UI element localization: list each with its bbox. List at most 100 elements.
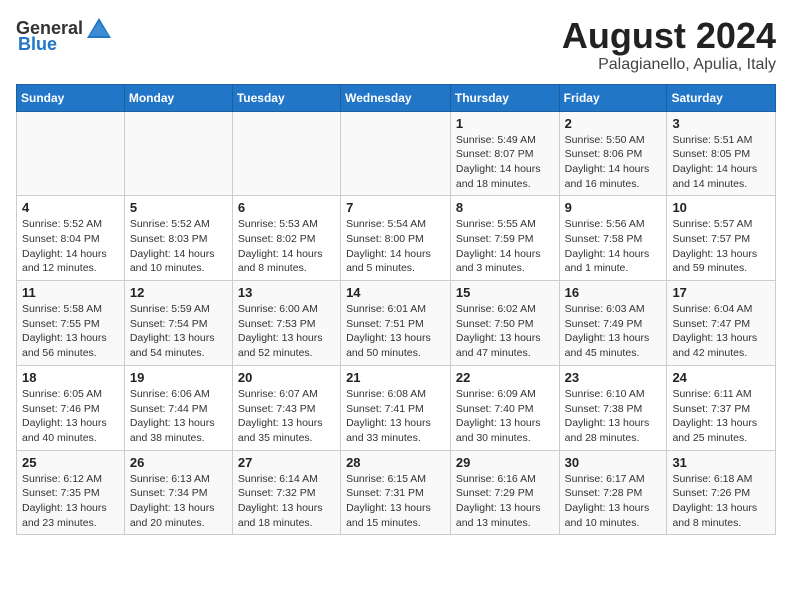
- page-header: General Blue August 2024 Palagianello, A…: [16, 16, 776, 74]
- day-number: 24: [672, 370, 770, 385]
- calendar-cell: [124, 111, 232, 196]
- day-info: Sunrise: 5:56 AM Sunset: 7:58 PM Dayligh…: [565, 217, 662, 276]
- calendar-cell: 28Sunrise: 6:15 AM Sunset: 7:31 PM Dayli…: [341, 450, 451, 535]
- logo-blue: Blue: [18, 34, 57, 55]
- calendar-cell: 5 Sunrise: 5:52 AM Sunset: 8:03 PM Daylig…: [124, 196, 232, 281]
- day-header-monday: Monday: [124, 84, 232, 111]
- calendar-cell: 11Sunrise: 5:58 AM Sunset: 7:55 PM Dayli…: [17, 281, 125, 366]
- title-block: August 2024 Palagianello, Apulia, Italy: [562, 16, 776, 74]
- day-number: 1: [456, 116, 554, 131]
- day-number: 19: [130, 370, 227, 385]
- calendar-cell: 24 Sunrise: 6:11 AM Sunset: 7:37 PM Dayli…: [667, 365, 776, 450]
- day-info: Sunrise: 5:49 AM Sunset: 8:07 PM Dayligh…: [456, 133, 554, 192]
- day-info: Sunrise: 6:00 AM Sunset: 7:53 PM Dayligh…: [238, 302, 335, 361]
- calendar-cell: 22 Sunrise: 6:09 AM Sunset: 7:40 PM Dayli…: [450, 365, 559, 450]
- day-info: Sunrise: 6:04 AM Sunset: 7:47 PM Dayligh…: [672, 302, 770, 361]
- day-info: Sunrise: 6:11 AM Sunset: 7:37 PM Dayligh…: [672, 387, 770, 446]
- day-info: Sunrise: 5:51 AM Sunset: 8:05 PM Dayligh…: [672, 133, 770, 192]
- calendar-week-row: 4Sunrise: 5:52 AM Sunset: 8:04 PM Daylig…: [17, 196, 776, 281]
- day-info: Sunrise: 6:06 AM Sunset: 7:44 PM Dayligh…: [130, 387, 227, 446]
- calendar-subtitle: Palagianello, Apulia, Italy: [562, 56, 776, 74]
- day-header-sunday: Sunday: [17, 84, 125, 111]
- day-number: 13: [238, 285, 335, 300]
- calendar-cell: 25Sunrise: 6:12 AM Sunset: 7:35 PM Dayli…: [17, 450, 125, 535]
- day-number: 27: [238, 455, 335, 470]
- day-info: Sunrise: 6:17 AM Sunset: 7:28 PM Dayligh…: [565, 472, 662, 531]
- day-info: Sunrise: 5:52 AM Sunset: 8:03 PM Dayligh…: [130, 217, 227, 276]
- calendar-week-row: 25Sunrise: 6:12 AM Sunset: 7:35 PM Dayli…: [17, 450, 776, 535]
- day-number: 29: [456, 455, 554, 470]
- day-info: Sunrise: 6:14 AM Sunset: 7:32 PM Dayligh…: [238, 472, 335, 531]
- day-number: 31: [672, 455, 770, 470]
- calendar-cell: [341, 111, 451, 196]
- calendar-table: SundayMondayTuesdayWednesdayThursdayFrid…: [16, 84, 776, 536]
- day-header-tuesday: Tuesday: [232, 84, 340, 111]
- calendar-week-row: 1 Sunrise: 5:49 AM Sunset: 8:07 PM Daylig…: [17, 111, 776, 196]
- day-header-saturday: Saturday: [667, 84, 776, 111]
- day-info: Sunrise: 5:54 AM Sunset: 8:00 PM Dayligh…: [346, 217, 445, 276]
- calendar-week-row: 11Sunrise: 5:58 AM Sunset: 7:55 PM Dayli…: [17, 281, 776, 366]
- day-info: Sunrise: 6:08 AM Sunset: 7:41 PM Dayligh…: [346, 387, 445, 446]
- day-number: 4: [22, 200, 119, 215]
- day-number: 7: [346, 200, 445, 215]
- day-info: Sunrise: 5:55 AM Sunset: 7:59 PM Dayligh…: [456, 217, 554, 276]
- calendar-cell: 4Sunrise: 5:52 AM Sunset: 8:04 PM Daylig…: [17, 196, 125, 281]
- day-info: Sunrise: 6:02 AM Sunset: 7:50 PM Dayligh…: [456, 302, 554, 361]
- day-number: 10: [672, 200, 770, 215]
- calendar-cell: [232, 111, 340, 196]
- calendar-cell: 10 Sunrise: 5:57 AM Sunset: 7:57 PM Dayli…: [667, 196, 776, 281]
- calendar-cell: [17, 111, 125, 196]
- calendar-cell: 29 Sunrise: 6:16 AM Sunset: 7:29 PM Dayli…: [450, 450, 559, 535]
- day-number: 17: [672, 285, 770, 300]
- calendar-cell: 31 Sunrise: 6:18 AM Sunset: 7:26 PM Dayli…: [667, 450, 776, 535]
- day-number: 5: [130, 200, 227, 215]
- day-info: Sunrise: 6:10 AM Sunset: 7:38 PM Dayligh…: [565, 387, 662, 446]
- calendar-cell: 20Sunrise: 6:07 AM Sunset: 7:43 PM Dayli…: [232, 365, 340, 450]
- day-info: Sunrise: 6:16 AM Sunset: 7:29 PM Dayligh…: [456, 472, 554, 531]
- day-info: Sunrise: 6:03 AM Sunset: 7:49 PM Dayligh…: [565, 302, 662, 361]
- day-header-wednesday: Wednesday: [341, 84, 451, 111]
- day-info: Sunrise: 6:13 AM Sunset: 7:34 PM Dayligh…: [130, 472, 227, 531]
- calendar-title: August 2024: [562, 16, 776, 56]
- day-number: 6: [238, 200, 335, 215]
- calendar-cell: 9 Sunrise: 5:56 AM Sunset: 7:58 PM Daylig…: [559, 196, 667, 281]
- day-number: 30: [565, 455, 662, 470]
- day-info: Sunrise: 6:09 AM Sunset: 7:40 PM Dayligh…: [456, 387, 554, 446]
- calendar-cell: 23 Sunrise: 6:10 AM Sunset: 7:38 PM Dayli…: [559, 365, 667, 450]
- calendar-cell: 27 Sunrise: 6:14 AM Sunset: 7:32 PM Dayli…: [232, 450, 340, 535]
- day-info: Sunrise: 5:59 AM Sunset: 7:54 PM Dayligh…: [130, 302, 227, 361]
- day-info: Sunrise: 5:50 AM Sunset: 8:06 PM Dayligh…: [565, 133, 662, 192]
- day-header-thursday: Thursday: [450, 84, 559, 111]
- calendar-cell: 17 Sunrise: 6:04 AM Sunset: 7:47 PM Dayli…: [667, 281, 776, 366]
- calendar-cell: 3 Sunrise: 5:51 AM Sunset: 8:05 PM Daylig…: [667, 111, 776, 196]
- day-number: 22: [456, 370, 554, 385]
- calendar-cell: 13 Sunrise: 6:00 AM Sunset: 7:53 PM Dayli…: [232, 281, 340, 366]
- logo-icon: [85, 16, 113, 40]
- day-number: 26: [130, 455, 227, 470]
- day-number: 21: [346, 370, 445, 385]
- calendar-cell: 14Sunrise: 6:01 AM Sunset: 7:51 PM Dayli…: [341, 281, 451, 366]
- day-info: Sunrise: 6:05 AM Sunset: 7:46 PM Dayligh…: [22, 387, 119, 446]
- day-number: 23: [565, 370, 662, 385]
- calendar-cell: 2 Sunrise: 5:50 AM Sunset: 8:06 PM Daylig…: [559, 111, 667, 196]
- day-number: 2: [565, 116, 662, 131]
- calendar-cell: 7 Sunrise: 5:54 AM Sunset: 8:00 PM Daylig…: [341, 196, 451, 281]
- day-number: 9: [565, 200, 662, 215]
- calendar-cell: 19 Sunrise: 6:06 AM Sunset: 7:44 PM Dayli…: [124, 365, 232, 450]
- day-number: 18: [22, 370, 119, 385]
- day-info: Sunrise: 6:15 AM Sunset: 7:31 PM Dayligh…: [346, 472, 445, 531]
- day-number: 3: [672, 116, 770, 131]
- day-number: 12: [130, 285, 227, 300]
- calendar-cell: 6 Sunrise: 5:53 AM Sunset: 8:02 PM Daylig…: [232, 196, 340, 281]
- day-number: 8: [456, 200, 554, 215]
- calendar-cell: 12 Sunrise: 5:59 AM Sunset: 7:54 PM Dayli…: [124, 281, 232, 366]
- day-info: Sunrise: 6:12 AM Sunset: 7:35 PM Dayligh…: [22, 472, 119, 531]
- day-info: Sunrise: 5:53 AM Sunset: 8:02 PM Dayligh…: [238, 217, 335, 276]
- day-info: Sunrise: 5:57 AM Sunset: 7:57 PM Dayligh…: [672, 217, 770, 276]
- day-number: 11: [22, 285, 119, 300]
- day-number: 16: [565, 285, 662, 300]
- calendar-cell: 8 Sunrise: 5:55 AM Sunset: 7:59 PM Daylig…: [450, 196, 559, 281]
- calendar-header-row: SundayMondayTuesdayWednesdayThursdayFrid…: [17, 84, 776, 111]
- day-info: Sunrise: 6:07 AM Sunset: 7:43 PM Dayligh…: [238, 387, 335, 446]
- day-info: Sunrise: 6:18 AM Sunset: 7:26 PM Dayligh…: [672, 472, 770, 531]
